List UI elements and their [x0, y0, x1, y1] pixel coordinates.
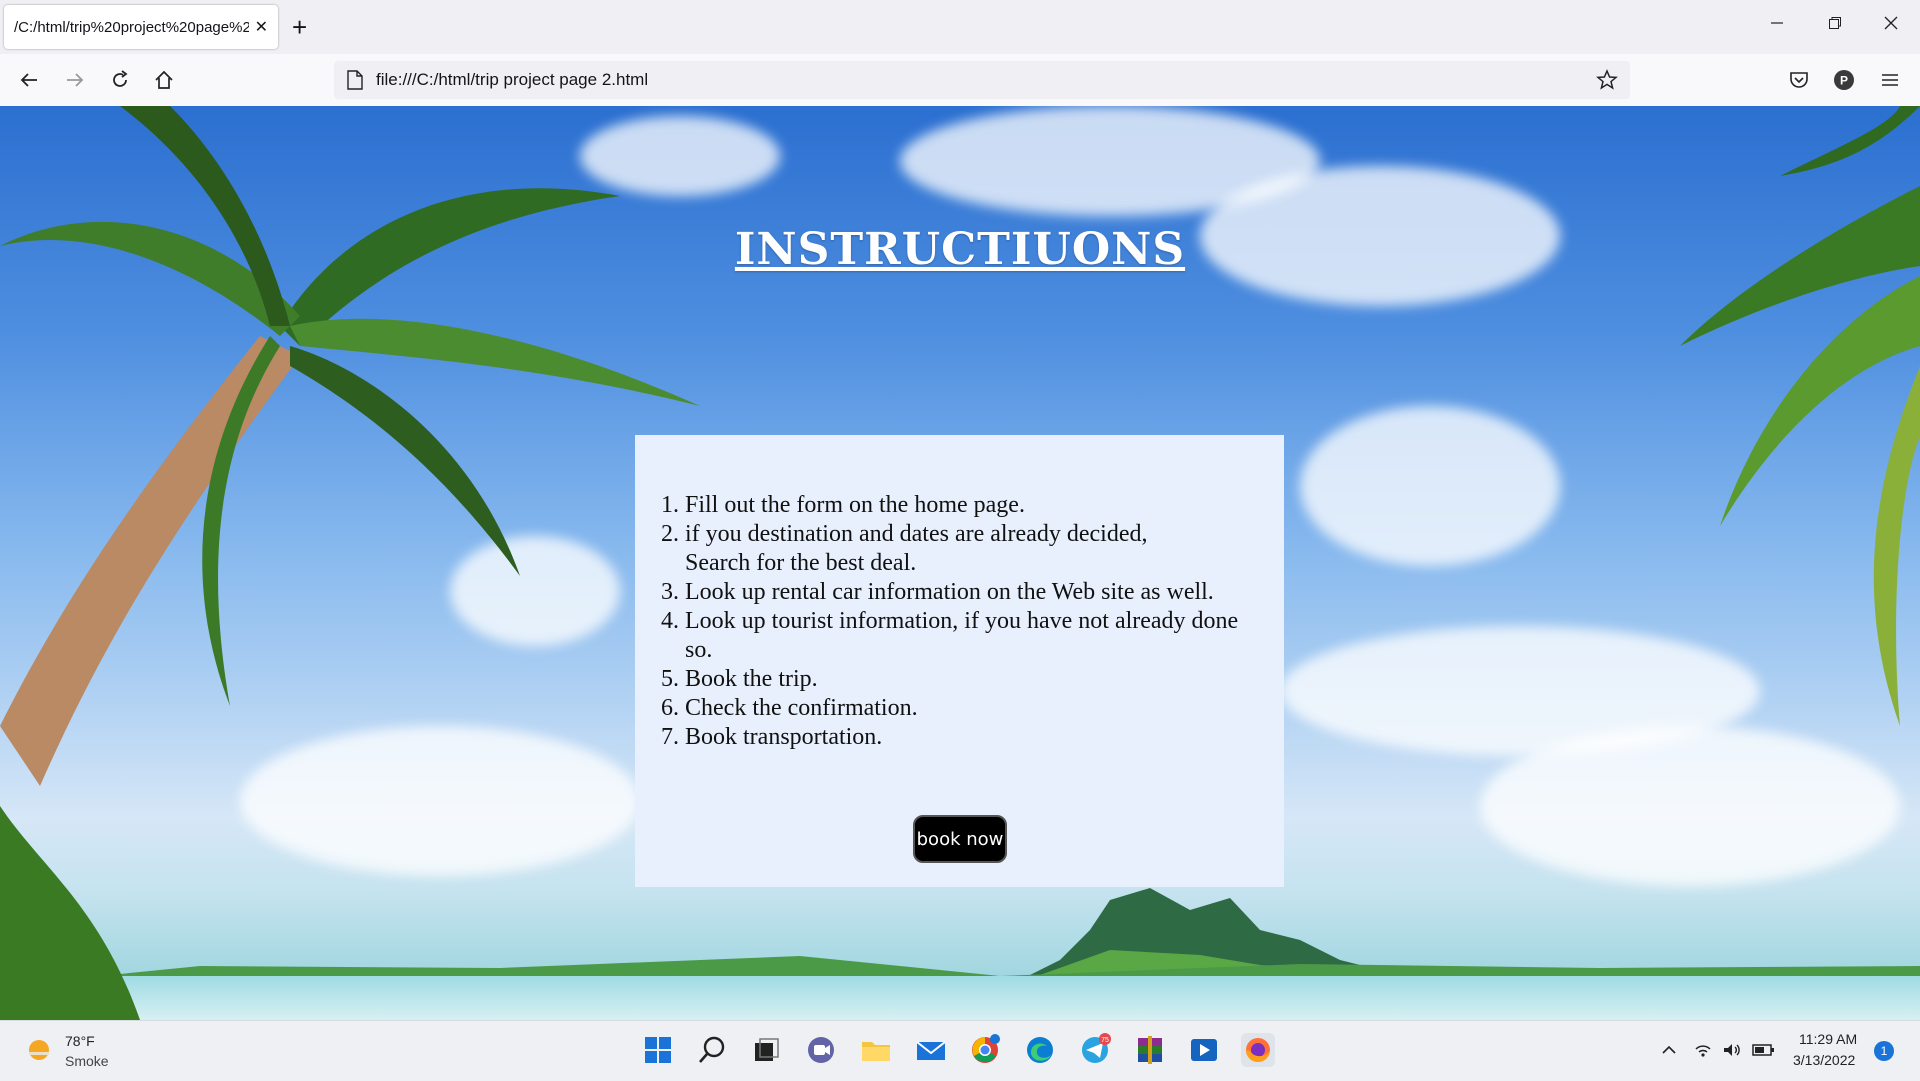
- page-icon: [346, 70, 364, 95]
- list-item: Fill out the form on the home page.: [685, 491, 1265, 520]
- notification-badge[interactable]: 1: [1874, 1041, 1894, 1061]
- battery-icon[interactable]: [1752, 1042, 1776, 1063]
- page-heading: INSTRUCTIUONS: [734, 224, 1186, 275]
- browser-tab[interactable]: /C:/html/trip%20project%20page%2 ✕: [4, 5, 278, 49]
- svg-text:P: P: [1840, 74, 1848, 88]
- edge-icon[interactable]: [1023, 1033, 1057, 1067]
- task-view-icon[interactable]: [749, 1033, 783, 1067]
- teams-chat-icon[interactable]: [804, 1033, 838, 1067]
- media-player-icon[interactable]: [1187, 1033, 1221, 1067]
- list-item: Check the confirmation.: [685, 694, 1265, 723]
- tab-close-icon[interactable]: ✕: [255, 17, 268, 37]
- tab-strip: /C:/html/trip%20project%20page%2 ✕ +: [0, 0, 1920, 54]
- search-icon[interactable]: [695, 1033, 729, 1067]
- list-item: Look up tourist information, if you have…: [685, 607, 1265, 665]
- minimize-icon[interactable]: [1770, 14, 1784, 35]
- navigation-toolbar: file:///C:/html/trip project page 2.html…: [0, 54, 1920, 107]
- wifi-icon[interactable]: [1694, 1041, 1712, 1064]
- volume-icon[interactable]: [1722, 1041, 1744, 1064]
- firefox-icon[interactable]: [1241, 1033, 1275, 1067]
- list-item: if you destination and dates are already…: [685, 520, 1205, 578]
- tab-title: /C:/html/trip%20project%20page%2: [14, 18, 249, 36]
- close-window-icon[interactable]: [1884, 14, 1898, 35]
- taskbar: 78°F Smoke 75 11:29 AM 3/13/2022 1: [0, 1020, 1920, 1081]
- weather-description[interactable]: Smoke: [65, 1053, 109, 1069]
- back-icon[interactable]: [14, 65, 44, 95]
- list-item: Look up rental car information on the We…: [685, 578, 1265, 607]
- menu-icon[interactable]: [1875, 65, 1905, 95]
- instructions-list: Fill out the form on the home page. if y…: [685, 491, 1265, 752]
- chrome-icon[interactable]: [968, 1033, 1002, 1067]
- restore-icon[interactable]: [1828, 14, 1842, 35]
- account-avatar[interactable]: P: [1829, 65, 1859, 95]
- list-item: Book transportation.: [685, 723, 1265, 752]
- list-item: Book the trip.: [685, 665, 1265, 694]
- chevron-up-icon[interactable]: [1660, 1041, 1678, 1064]
- home-icon[interactable]: [149, 65, 179, 95]
- telegram-icon[interactable]: 75: [1078, 1033, 1112, 1067]
- weather-temperature[interactable]: 78°F: [65, 1033, 95, 1049]
- url-text: file:///C:/html/trip project page 2.html: [376, 70, 649, 89]
- winrar-icon[interactable]: [1133, 1033, 1167, 1067]
- windows-start-icon[interactable]: [641, 1033, 675, 1067]
- pocket-icon[interactable]: [1784, 65, 1814, 95]
- mail-icon[interactable]: [914, 1033, 948, 1067]
- clock-time[interactable]: 11:29 AM: [1799, 1031, 1857, 1047]
- address-bar[interactable]: file:///C:/html/trip project page 2.html: [334, 61, 1630, 99]
- bookmark-star-icon[interactable]: [1596, 69, 1618, 96]
- file-explorer-icon[interactable]: [859, 1033, 893, 1067]
- book-now-button[interactable]: book now: [913, 815, 1007, 863]
- instructions-panel: Fill out the form on the home page. if y…: [635, 435, 1284, 887]
- weather-icon[interactable]: [26, 1037, 52, 1068]
- clock-date[interactable]: 3/13/2022: [1793, 1052, 1855, 1068]
- forward-icon[interactable]: [60, 65, 90, 95]
- telegram-badge: 75: [1101, 1037, 1109, 1044]
- reload-icon[interactable]: [105, 65, 135, 95]
- page-viewport: INSTRUCTIUONS Fill out the form on the h…: [0, 106, 1920, 1020]
- new-tab-button[interactable]: +: [292, 10, 307, 44]
